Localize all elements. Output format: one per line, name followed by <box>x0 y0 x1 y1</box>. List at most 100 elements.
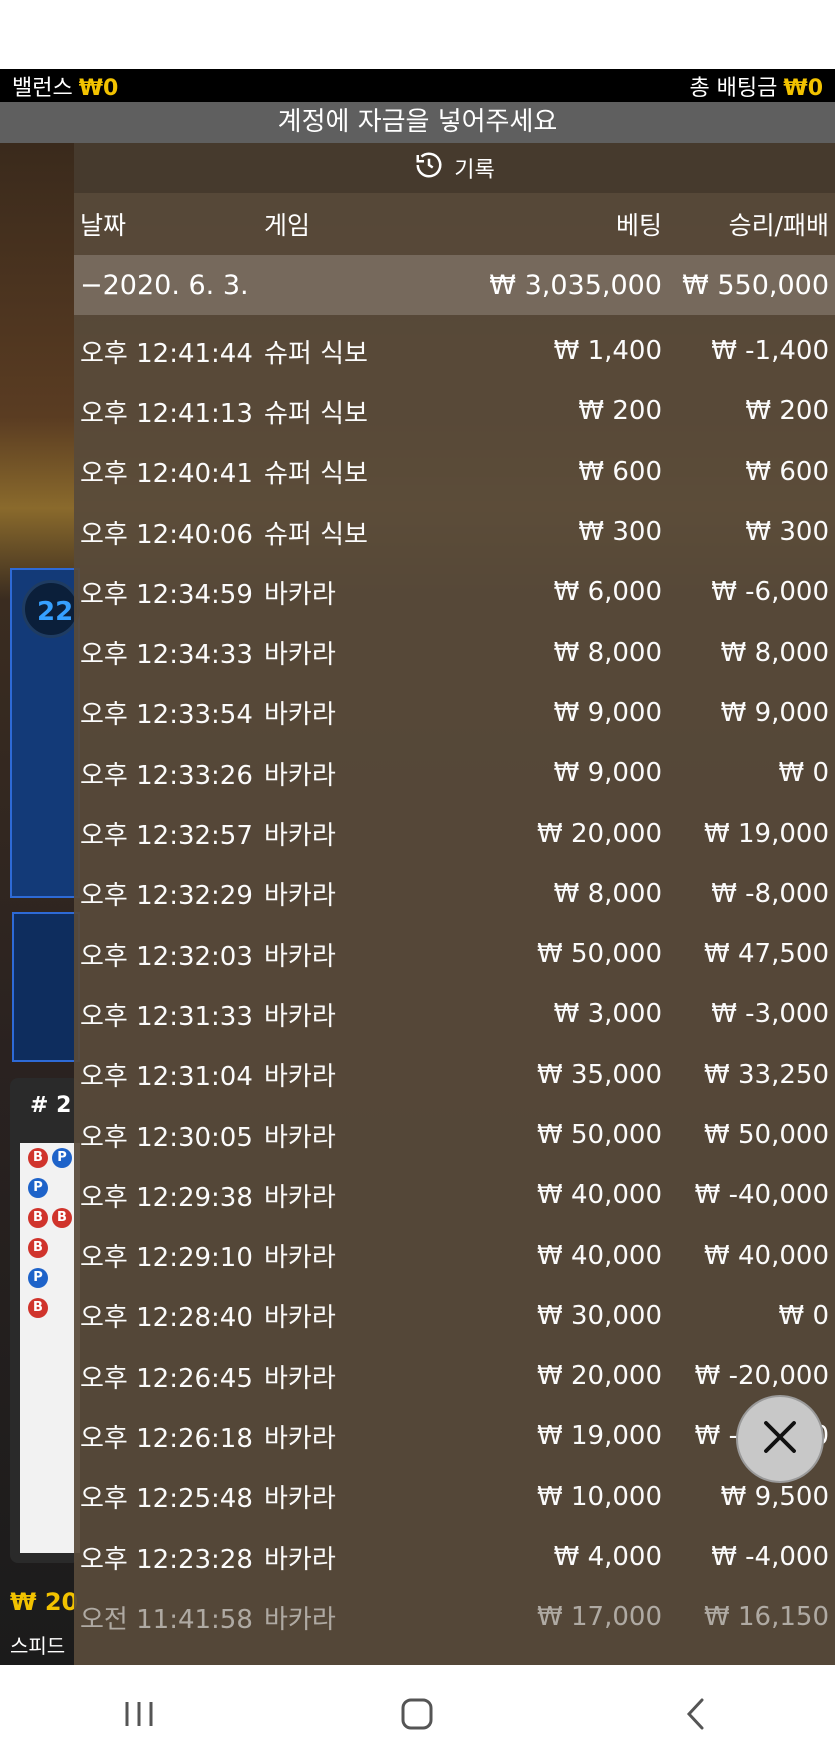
row-bet: ₩ 20,000 <box>537 818 662 849</box>
row-bet: ₩ 3,000 <box>553 999 662 1030</box>
history-row[interactable]: 오전 11:41:58 바카라 ₩ 17,000 ₩ 16,150 <box>74 1587 835 1647</box>
row-bet: ₩ 40,000 <box>537 1180 662 1211</box>
row-result: ₩ 40,000 <box>704 1240 829 1271</box>
row-game: 바카라 <box>264 941 336 972</box>
balance-amount: ₩0 <box>78 75 119 101</box>
row-result: ₩ -8,000 <box>711 878 829 909</box>
row-time: 오후 12:25:48 <box>80 1484 253 1515</box>
date-group-result-total: ₩ 550,000 <box>682 269 829 301</box>
row-result: ₩ 16,150 <box>704 1602 829 1633</box>
row-time: 오후 12:41:13 <box>80 398 253 429</box>
history-row[interactable]: 오후 12:32:57 바카라 ₩ 20,000 ₩ 19,000 <box>74 803 835 863</box>
row-time: 오후 12:32:57 <box>80 821 253 852</box>
row-game: 바카라 <box>264 1001 336 1032</box>
row-result: ₩ -1,400 <box>711 336 829 367</box>
date-group-row[interactable]: −2020. 6. 3. ₩ 3,035,000 ₩ 550,000 <box>74 255 835 315</box>
home-icon[interactable] <box>377 1684 457 1744</box>
row-result: ₩ -20,000 <box>694 1361 829 1392</box>
row-result: ₩ 19,000 <box>704 818 829 849</box>
history-row[interactable]: 오후 12:29:10 바카라 ₩ 40,000 ₩ 40,000 <box>74 1225 835 1285</box>
row-game: 슈퍼 식보 <box>264 519 368 550</box>
history-header-row: 날짜 게임 베팅 승리/패배 <box>74 193 835 255</box>
column-header-date: 날짜 <box>80 211 127 240</box>
history-row[interactable]: 오후 12:33:54 바카라 ₩ 9,000 ₩ 9,000 <box>74 683 835 743</box>
row-result: ₩ 8,000 <box>720 637 829 668</box>
row-bet: ₩ 300 <box>578 517 662 548</box>
row-game: 슈퍼 식보 <box>264 338 368 369</box>
history-row[interactable]: 오후 12:32:03 바카라 ₩ 50,000 ₩ 47,500 <box>74 924 835 984</box>
history-row[interactable]: 오후 12:40:06 슈퍼 식보 ₩ 300 ₩ 300 <box>74 502 835 562</box>
roadmap-hash: # 2 <box>30 1093 72 1118</box>
history-row[interactable]: 오후 12:28:40 바카라 ₩ 30,000 ₩ 0 <box>74 1286 835 1346</box>
row-time: 오후 12:31:33 <box>80 1001 253 1032</box>
row-game: 바카라 <box>264 700 336 731</box>
row-game: 바카라 <box>264 1604 336 1635</box>
row-bet: ₩ 4,000 <box>553 1542 662 1573</box>
close-icon <box>759 1416 801 1462</box>
row-game: 슈퍼 식보 <box>264 459 368 490</box>
history-panel: 기록 날짜 게임 베팅 승리/패배 −2020. 6. 3. ₩ 3,035,0… <box>74 143 835 1665</box>
row-bet: ₩ 9,000 <box>553 697 662 728</box>
row-bet: ₩ 50,000 <box>537 1120 662 1150</box>
row-bet: ₩ 50,000 <box>537 939 662 970</box>
balance-label: 밸런스 <box>12 75 73 101</box>
row-time: 오후 12:33:26 <box>80 760 253 791</box>
round-counter: 22 <box>22 580 80 638</box>
table-limit-amount: ₩ 20 <box>10 1588 79 1616</box>
close-button[interactable] <box>736 1395 824 1483</box>
recents-icon[interactable] <box>99 1684 179 1744</box>
road-dot-banker: B <box>28 1298 48 1318</box>
row-result: ₩ 50,000 <box>704 1120 829 1150</box>
row-result: ₩ 9,000 <box>720 697 829 728</box>
roadmap-grid <box>20 1143 80 1553</box>
history-rows: 오후 12:41:44 슈퍼 식보 ₩ 1,400 ₩ -1,400 오후 12:41:… <box>74 321 835 1648</box>
row-bet: ₩ 20,000 <box>537 1361 662 1392</box>
row-time: 오후 12:26:18 <box>80 1423 253 1454</box>
row-result: ₩ 0 <box>778 1300 829 1331</box>
row-game: 슈퍼 식보 <box>264 398 368 429</box>
row-time: 오후 12:32:29 <box>80 881 253 912</box>
row-time: 오후 12:40:41 <box>80 459 253 490</box>
row-time: 오후 12:29:38 <box>80 1182 253 1213</box>
history-row[interactable]: 오후 12:25:48 바카라 ₩ 10,000 ₩ 9,500 <box>74 1467 835 1527</box>
row-result: ₩ 600 <box>745 456 829 487</box>
history-row[interactable]: 오후 12:32:29 바카라 ₩ 8,000 ₩ -8,000 <box>74 864 835 924</box>
row-bet: ₩ 1,400 <box>553 336 662 367</box>
road-dot-banker: B <box>28 1208 48 1228</box>
row-time: 오후 12:40:06 <box>80 519 253 550</box>
history-row[interactable]: 오후 12:33:26 바카라 ₩ 9,000 ₩ 0 <box>74 743 835 803</box>
balance: 밸런스 ₩0 <box>12 70 118 102</box>
history-row[interactable]: 오후 12:34:33 바카라 ₩ 8,000 ₩ 8,000 <box>74 622 835 682</box>
history-row[interactable]: 오후 12:31:04 바카라 ₩ 35,000 ₩ 33,250 <box>74 1045 835 1105</box>
android-nav-bar <box>0 1665 835 1763</box>
history-row[interactable]: 오후 12:26:18바카라₩ 19,000₩ -19,000 <box>74 1406 835 1466</box>
column-header-bet: 베팅 <box>615 211 662 240</box>
row-result: ₩ 47,500 <box>704 939 829 970</box>
row-game: 바카라 <box>264 1303 336 1334</box>
row-bet: ₩ 6,000 <box>553 577 662 608</box>
row-game: 바카라 <box>264 1363 336 1394</box>
row-time: 오후 12:28:40 <box>80 1303 253 1334</box>
history-row[interactable]: 오후 12:23:28 바카라 ₩ 4,000 ₩ -4,000 <box>74 1527 835 1587</box>
history-row[interactable]: 오후 12:29:38 바카라 ₩ 40,000 ₩ -40,000 <box>74 1165 835 1225</box>
road-dot-banker: B <box>28 1148 48 1168</box>
history-row[interactable]: 오후 12:31:33 바카라 ₩ 3,000 ₩ -3,000 <box>74 984 835 1044</box>
row-result: ₩ 200 <box>745 396 829 427</box>
row-time: 오후 12:34:33 <box>80 640 253 671</box>
history-row[interactable]: 오후 12:41:44 슈퍼 식보 ₩ 1,400 ₩ -1,400 <box>74 321 835 381</box>
road-dot-banker: B <box>52 1208 72 1228</box>
row-bet: ₩ 8,000 <box>553 878 662 909</box>
total-bet-amount: ₩0 <box>783 75 823 101</box>
history-row[interactable]: 오후 12:40:41 슈퍼 식보 ₩ 600 ₩ 600 <box>74 442 835 502</box>
row-time: 오후 12:26:45 <box>80 1363 253 1394</box>
history-row[interactable]: 오후 12:41:13 슈퍼 식보 ₩ 200 ₩ 200 <box>74 381 835 441</box>
date-group-label: −2020. 6. 3. <box>80 269 249 301</box>
road-dot-player: P <box>28 1178 48 1198</box>
row-time: 오후 12:41:44 <box>80 338 253 369</box>
history-row[interactable]: 오후 12:30:05 바카라 ₩ 50,000 ₩ 50,000 <box>74 1105 835 1165</box>
history-row[interactable]: 오후 12:26:45 바카라 ₩ 20,000 ₩ -20,000 <box>74 1346 835 1406</box>
column-header-game: 게임 <box>264 211 311 240</box>
history-row[interactable]: 오후 12:34:59 바카라 ₩ 6,000 ₩ -6,000 <box>74 562 835 622</box>
back-icon[interactable] <box>656 1684 736 1744</box>
row-result: ₩ -40,000 <box>694 1180 829 1211</box>
